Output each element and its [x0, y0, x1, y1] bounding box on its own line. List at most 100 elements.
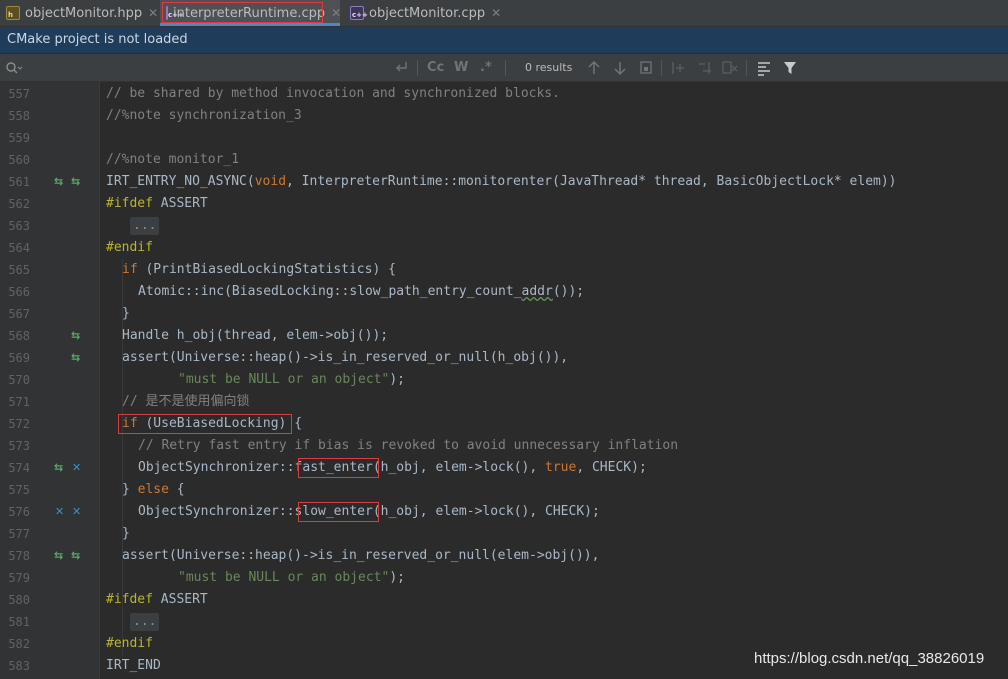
crossed-icon[interactable]: ✕: [55, 501, 64, 523]
crossed-icon[interactable]: ✕: [72, 501, 81, 523]
line-number: 576: [8, 505, 30, 519]
folded-code-placeholder[interactable]: ...: [130, 613, 160, 631]
line-number: 562: [8, 197, 30, 211]
override-switch-icon[interactable]: ⇆: [54, 457, 63, 479]
line-number: 581: [8, 615, 30, 629]
editor-tab-bar: h objectMonitor.hpp ✕ c++ interpreterRun…: [0, 0, 1008, 27]
code-line: ...: [130, 611, 160, 633]
code-line: #ifdef ASSERT: [106, 592, 208, 607]
toolbar-separator: [661, 60, 662, 76]
line-number: 572: [8, 417, 30, 431]
code-editor[interactable]: // be shared by method invocation and sy…: [100, 82, 1008, 679]
previous-occurrence-icon[interactable]: [587, 54, 601, 82]
next-occurrence-icon[interactable]: [613, 54, 627, 82]
line-number: 567: [8, 307, 30, 321]
code-line: assert(Universe::heap()->is_in_reserved_…: [122, 548, 600, 563]
line-number: 571: [8, 395, 30, 409]
override-switch-icon[interactable]: ⇆: [71, 347, 80, 369]
line-number: 578: [8, 549, 30, 563]
crossed-icon[interactable]: ✕: [72, 457, 81, 479]
exclude-occurrence-icon[interactable]: [722, 54, 740, 82]
code-line: if (UseBiasedLocking) {: [122, 416, 303, 431]
line-number: 563: [8, 219, 30, 233]
words-toggle[interactable]: W: [454, 54, 468, 82]
code-line: } else {: [122, 482, 185, 497]
code-line: }: [122, 526, 130, 541]
code-line: ObjectSynchronizer::slow_enter(h_obj, el…: [138, 504, 600, 519]
tab-interpreterruntime-cpp[interactable]: c++ interpreterRuntime.cpp ✕: [160, 0, 341, 26]
filter-icon[interactable]: [782, 54, 798, 82]
line-number: 580: [8, 593, 30, 607]
code-line: // 是不是使用偏向锁: [122, 394, 250, 409]
close-icon[interactable]: ✕: [148, 6, 158, 20]
hpp-file-icon: h: [6, 6, 20, 20]
line-number: 565: [8, 263, 30, 277]
code-line: Atomic::inc(BiasedLocking::slow_path_ent…: [138, 284, 585, 299]
select-all-occurrences-icon[interactable]: [639, 54, 653, 82]
code-line: //%note synchronization_3: [106, 108, 302, 123]
match-case-toggle[interactable]: Cc: [427, 54, 444, 82]
line-number: 583: [8, 659, 30, 673]
override-switch-icon[interactable]: ⇆: [54, 171, 63, 193]
line-number: 566: [8, 285, 30, 299]
line-number: 564: [8, 241, 30, 255]
line-number-gutter: 557 558 559 560 561 562 563 564 565 566 …: [0, 82, 100, 679]
code-line: // Retry fast entry if bias is revoked t…: [138, 438, 679, 453]
line-number: 558: [8, 109, 30, 123]
newline-icon[interactable]: [394, 54, 408, 82]
cmake-notification: CMake project is not loaded: [0, 27, 1008, 53]
code-line: // be shared by method invocation and sy…: [106, 86, 560, 101]
watermark-text: https://blog.csdn.net/qq_38826019: [754, 650, 985, 667]
find-toolbar: Cc W .* 0 results: [0, 53, 1008, 82]
line-number: 561: [8, 175, 30, 189]
line-number: 575: [8, 483, 30, 497]
line-number: 582: [8, 637, 30, 651]
code-line: assert(Universe::heap()->is_in_reserved_…: [122, 350, 569, 365]
ide-window: h objectMonitor.hpp ✕ c++ interpreterRun…: [0, 0, 1008, 679]
code-line: IRT_END: [106, 658, 161, 673]
override-switch-icon[interactable]: ⇆: [71, 545, 80, 567]
code-line: ...: [130, 215, 160, 237]
code-line: #endif: [106, 636, 153, 651]
toolbar-separator: [505, 60, 506, 76]
toolbar-separator: [417, 60, 418, 76]
code-line: }: [122, 306, 130, 321]
line-number: 573: [8, 439, 30, 453]
code-line: IRT_ENTRY_NO_ASYNC(void, InterpreterRunt…: [106, 174, 897, 189]
line-number: 577: [8, 527, 30, 541]
code-line: if (PrintBiasedLockingStatistics) {: [122, 262, 396, 277]
line-number: 579: [8, 571, 30, 585]
toolbar-separator: [746, 60, 747, 76]
line-number: 560: [8, 153, 30, 167]
close-icon[interactable]: ✕: [331, 6, 341, 20]
line-number: 568: [8, 329, 30, 343]
search-input[interactable]: [24, 58, 388, 80]
folded-code-placeholder[interactable]: ...: [130, 217, 160, 235]
tab-label: interpreterRuntime.cpp: [173, 5, 326, 21]
override-switch-icon[interactable]: ⇆: [71, 171, 80, 193]
active-tab-indicator: [160, 23, 340, 26]
code-line: "must be NULL or an object");: [178, 570, 405, 585]
close-icon[interactable]: ✕: [491, 6, 501, 20]
regex-toggle[interactable]: .*: [480, 54, 492, 82]
code-line: //%note monitor_1: [106, 152, 240, 167]
line-number: 569: [8, 351, 30, 365]
search-icon[interactable]: [5, 54, 23, 82]
tab-label: objectMonitor.cpp: [369, 5, 486, 21]
line-number: 570: [8, 373, 30, 387]
cpp-file-icon: c++: [166, 6, 184, 20]
override-switch-icon[interactable]: ⇆: [54, 545, 63, 567]
tab-objectmonitor-hpp[interactable]: h objectMonitor.hpp ✕: [6, 0, 158, 26]
code-line: "must be NULL or an object");: [178, 372, 405, 387]
code-line: #endif: [106, 240, 153, 255]
remove-occurrence-icon[interactable]: [697, 54, 713, 82]
add-occurrence-icon[interactable]: [671, 54, 687, 82]
tab-label: objectMonitor.hpp: [25, 5, 143, 21]
override-switch-icon[interactable]: ⇆: [71, 325, 80, 347]
results-count: 0 results: [525, 61, 573, 74]
filter-search-results-icon[interactable]: [756, 54, 772, 82]
line-number: 574: [8, 461, 30, 475]
line-number: 557: [8, 87, 30, 101]
line-number: 559: [8, 131, 30, 145]
tab-objectmonitor-cpp[interactable]: c++ objectMonitor.cpp ✕: [350, 0, 501, 26]
